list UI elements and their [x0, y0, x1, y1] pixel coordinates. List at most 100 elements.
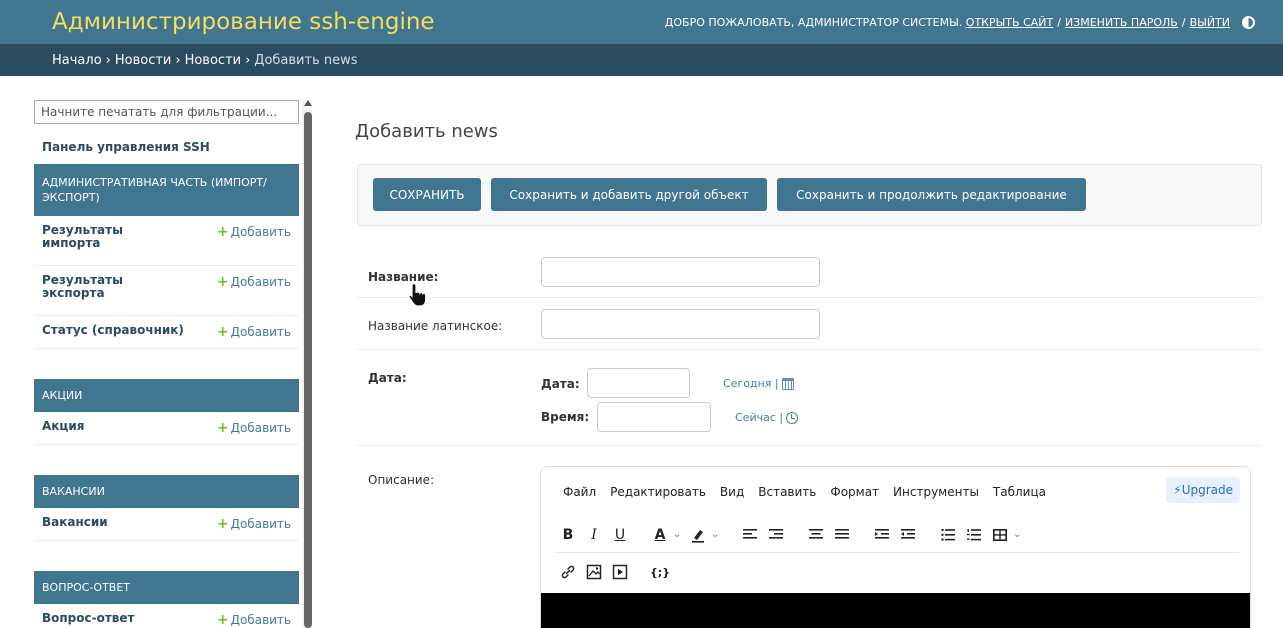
italic-button[interactable]: I — [581, 522, 607, 548]
breadcrumb-separator: › — [105, 52, 111, 68]
menu-file[interactable]: Файл — [563, 485, 596, 499]
sidebar: Панель управления SSH Административная ч… — [34, 100, 299, 628]
model-link-import-results[interactable]: Результаты импорта — [42, 224, 152, 250]
chevron-down-icon[interactable]: ⌄ — [1013, 529, 1025, 540]
model-link-status[interactable]: Статус (справочник) — [42, 324, 184, 337]
breadcrumb-separator: › — [245, 52, 251, 68]
menu-tools[interactable]: Инструменты — [893, 485, 979, 499]
highlight-icon[interactable] — [685, 522, 711, 548]
indent-icon[interactable] — [869, 522, 895, 548]
add-export-results-button[interactable]: + Добавить — [217, 274, 291, 290]
module-gap — [34, 445, 299, 475]
date-sub-label: Дата: — [541, 377, 580, 391]
breadcrumb-app[interactable]: Новости — [115, 53, 172, 68]
plus-icon: + — [216, 324, 229, 340]
model-link-promotion[interactable]: Акция — [42, 420, 84, 433]
add-vacancies-button[interactable]: + Добавить — [217, 516, 291, 532]
add-import-results-button[interactable]: + Добавить — [217, 224, 291, 240]
save-button[interactable]: СОХРАНИТЬ — [373, 178, 481, 211]
change-password-link[interactable]: Изменить пароль — [1065, 16, 1178, 29]
sidebar-scrollbar[interactable] — [302, 100, 312, 628]
add-promotion-button[interactable]: + Добавить — [217, 420, 291, 436]
menu-format[interactable]: Формат — [830, 485, 879, 499]
module-caption-faq[interactable]: Вопрос-ответ — [34, 571, 299, 604]
submit-row: СОХРАНИТЬ Сохранить и добавить другой об… — [357, 164, 1262, 226]
image-icon[interactable] — [581, 559, 607, 585]
clock-icon[interactable] — [786, 411, 799, 424]
source-code-button[interactable]: {;} — [647, 559, 673, 585]
save-and-add-another-button[interactable]: Сохранить и добавить другой объект — [491, 178, 767, 211]
menu-edit[interactable]: Редактировать — [610, 485, 706, 499]
save-and-continue-button[interactable]: Сохранить и продолжить редактирование — [777, 178, 1086, 211]
plus-icon: + — [216, 274, 229, 290]
user-name: Администратор системы. — [797, 15, 963, 29]
welcome-text: Добро пожаловать, — [664, 15, 795, 29]
align-right-icon[interactable] — [763, 522, 789, 548]
name-input[interactable] — [541, 257, 820, 287]
editor-content-area[interactable] — [541, 593, 1250, 628]
model-link-vacancies[interactable]: Вакансии — [42, 516, 108, 529]
breadcrumb-model[interactable]: Новости — [185, 53, 242, 68]
link-icon[interactable] — [555, 559, 581, 585]
description-label: Описание: — [368, 473, 435, 487]
date-input[interactable] — [587, 368, 690, 398]
form-row-name: Название: — [357, 246, 1262, 298]
chevron-down-icon[interactable]: ⌄ — [673, 529, 685, 540]
site-title[interactable]: Администрирование ssh-engine — [52, 9, 435, 35]
time-input[interactable] — [597, 402, 711, 432]
add-status-button[interactable]: + Добавить — [217, 324, 291, 340]
hand-cursor-icon — [408, 282, 427, 307]
module-caption-vacancies[interactable]: Вакансии — [34, 475, 299, 508]
today-link[interactable]: Сегодня | — [723, 377, 779, 390]
calendar-icon[interactable] — [781, 377, 794, 390]
model-link-export-results[interactable]: Результаты экспорта — [42, 274, 152, 300]
form-row-date: Дата: Дата: Сегодня | Время: Сейчас | — [357, 350, 1262, 446]
text-color-button[interactable]: A — [647, 522, 673, 548]
add-label: Добавить — [230, 421, 291, 435]
menu-table[interactable]: Таблица — [993, 485, 1046, 499]
numbered-list-icon[interactable] — [961, 522, 987, 548]
table-icon[interactable] — [987, 522, 1013, 548]
now-link[interactable]: Сейчас | — [735, 411, 783, 424]
module-gap — [34, 541, 299, 571]
bullet-list-icon[interactable] — [935, 522, 961, 548]
align-center-icon[interactable] — [803, 522, 829, 548]
underline-button[interactable]: U — [607, 522, 633, 548]
breadcrumb-home[interactable]: Начало — [52, 53, 102, 68]
open-site-link[interactable]: Открыть сайт — [966, 16, 1053, 29]
sidebar-item-faq: Вопрос-ответ + Добавить — [34, 604, 299, 628]
scroll-up-arrow-icon[interactable] — [304, 100, 312, 106]
menu-view[interactable]: Вид — [720, 485, 744, 499]
align-left-icon[interactable] — [737, 522, 763, 548]
nav-filter-input[interactable] — [34, 100, 299, 124]
add-faq-button[interactable]: + Добавить — [217, 612, 291, 628]
align-justify-icon[interactable] — [829, 522, 855, 548]
sidebar-item-status: Статус (справочник) + Добавить — [34, 316, 299, 349]
add-label: Добавить — [230, 225, 291, 239]
date-shortcuts: Сегодня | — [723, 377, 794, 390]
media-icon[interactable] — [607, 559, 633, 585]
separator: / — [1181, 15, 1186, 29]
editor-toolbar-row-1: B I U A ⌄ ⌄ ⌄ — [555, 517, 1239, 553]
bold-button[interactable]: B — [555, 522, 581, 548]
plus-icon: + — [216, 612, 229, 628]
module-caption-promotions[interactable]: Акции — [34, 379, 299, 412]
separator: / — [1057, 15, 1061, 29]
theme-toggle-icon[interactable] — [1242, 15, 1255, 29]
logout-link[interactable]: Выйти — [1190, 16, 1230, 29]
app-link-ssh-panel[interactable]: Панель управления SSH — [34, 134, 299, 164]
module-caption-import-export[interactable]: Административная часть (импорт/экспорт) — [34, 164, 299, 216]
upgrade-button[interactable]: ⚡Upgrade — [1166, 477, 1240, 503]
name-latin-input[interactable] — [541, 309, 820, 339]
chevron-down-icon[interactable]: ⌄ — [711, 529, 723, 540]
scrollbar-thumb[interactable] — [304, 112, 312, 628]
user-tools: Добро пожаловать, Администратор системы.… — [664, 15, 1255, 29]
model-link-faq[interactable]: Вопрос-ответ — [42, 612, 135, 625]
outdent-icon[interactable] — [895, 522, 921, 548]
page-title: Добавить news — [355, 121, 498, 142]
menu-insert[interactable]: Вставить — [758, 485, 816, 499]
time-sub-label: Время: — [541, 410, 590, 424]
plus-icon: + — [216, 516, 229, 532]
breadcrumb-current: Добавить news — [254, 52, 358, 68]
name-latin-label: Название латинское: — [368, 319, 503, 333]
